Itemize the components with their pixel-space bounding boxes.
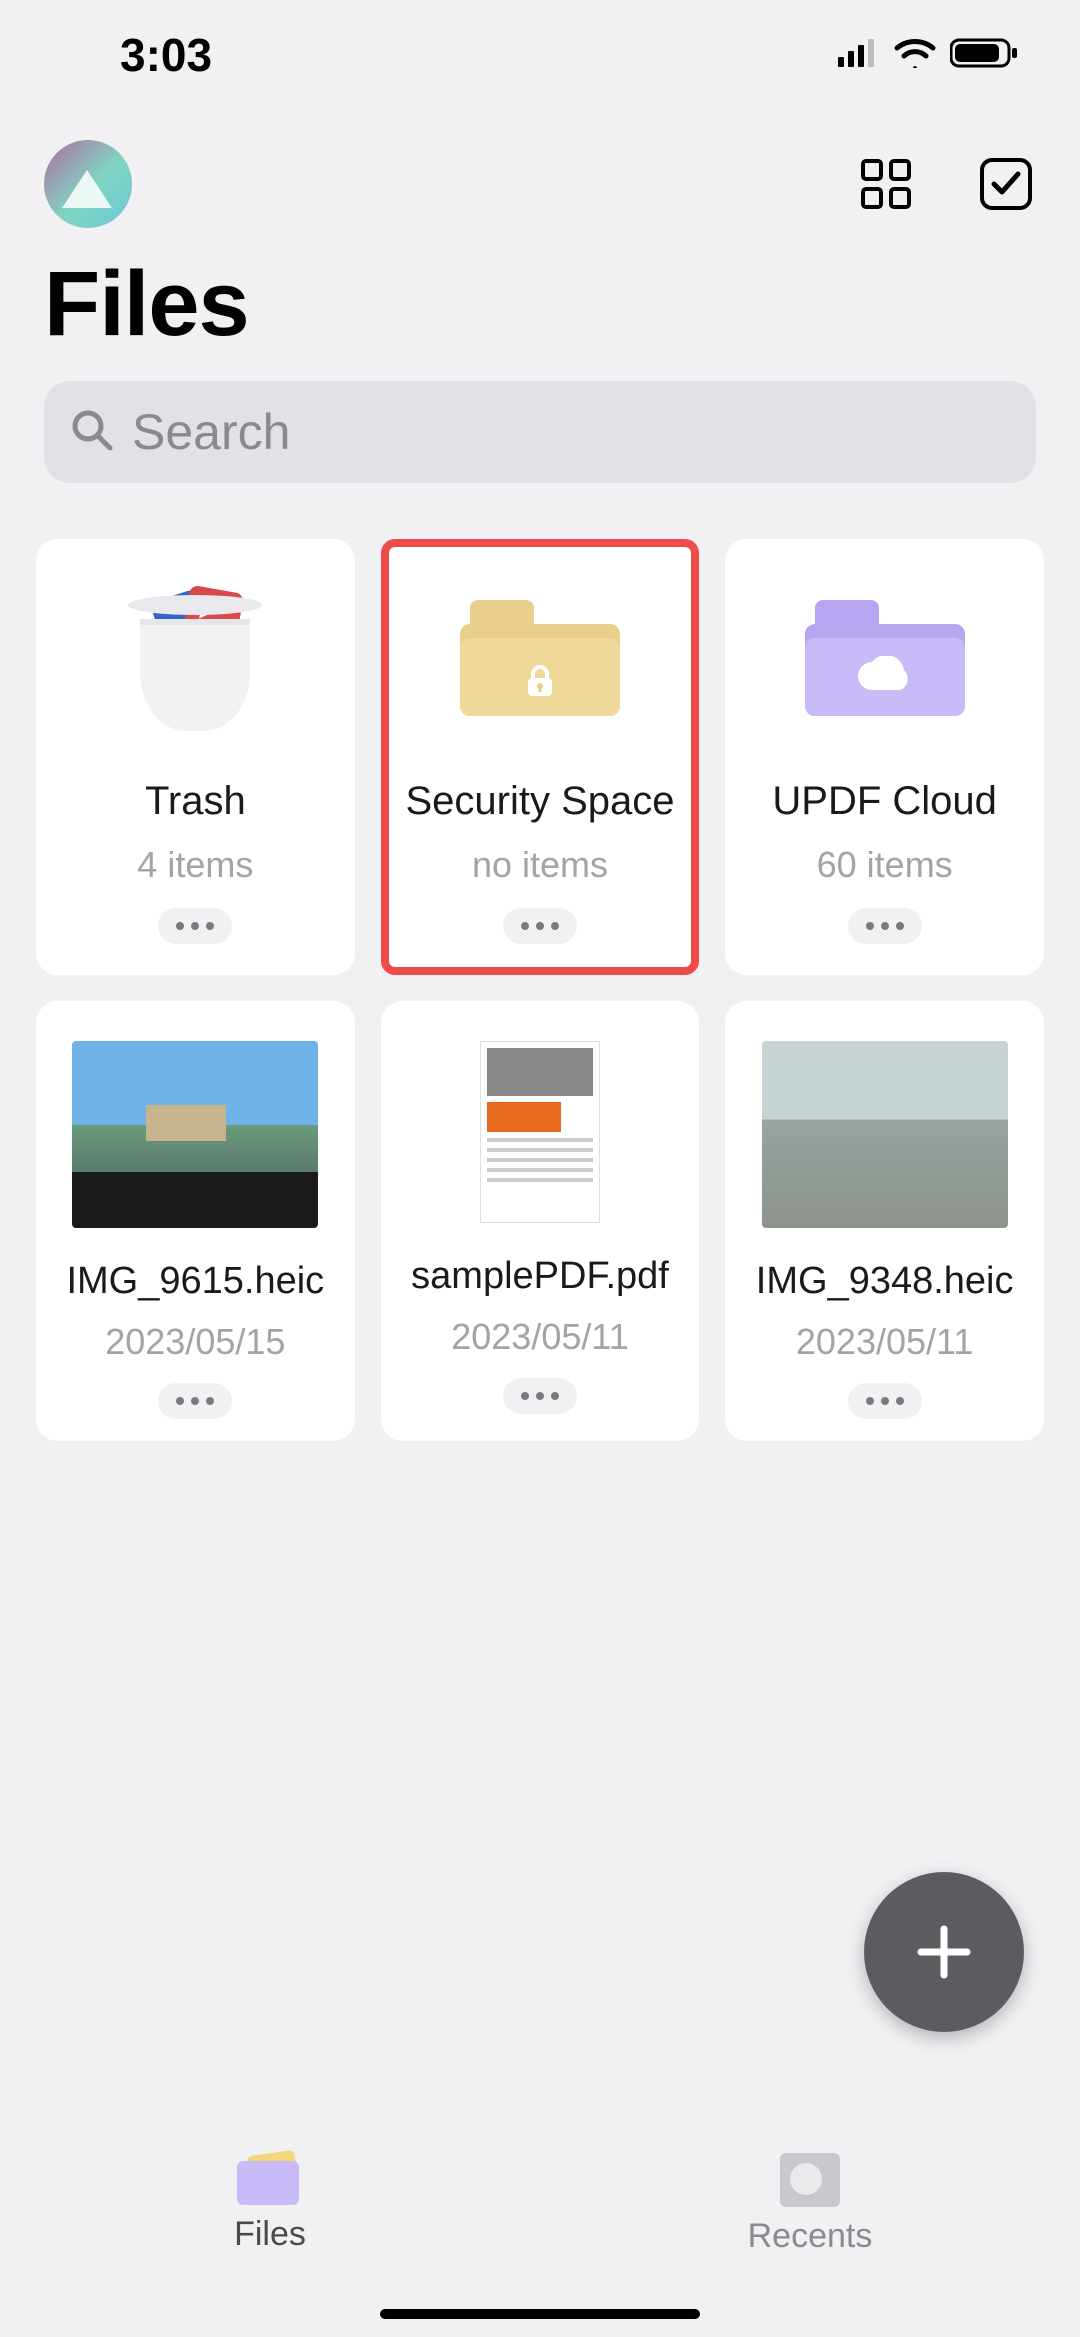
search-bar[interactable] [44, 381, 1036, 483]
file-date: 2023/05/11 [796, 1321, 974, 1363]
battery-icon [950, 37, 1020, 74]
trash-icon [54, 571, 337, 741]
more-button[interactable] [503, 908, 577, 944]
tab-recents[interactable]: Recents [540, 2127, 1080, 2297]
file-title: IMG_9615.heic [66, 1260, 324, 1303]
folder-card-updf-cloud[interactable]: UPDF Cloud 60 items [725, 539, 1044, 975]
lock-folder-icon [399, 571, 682, 741]
file-card[interactable]: samplePDF.pdf 2023/05/11 [381, 1001, 700, 1441]
more-button[interactable] [158, 1383, 232, 1419]
file-thumbnail [480, 1041, 600, 1223]
more-button[interactable] [848, 1383, 922, 1419]
file-thumbnail [762, 1041, 1008, 1228]
more-button[interactable] [503, 1378, 577, 1414]
recents-tab-icon [780, 2153, 840, 2207]
search-input[interactable] [132, 403, 1010, 461]
cellular-icon [838, 39, 880, 72]
home-indicator[interactable] [380, 2309, 700, 2319]
avatar[interactable] [44, 140, 132, 228]
status-bar: 3:03 [0, 0, 1080, 110]
folder-title: UPDF Cloud [772, 779, 997, 824]
file-date: 2023/05/15 [105, 1321, 285, 1363]
file-title: samplePDF.pdf [411, 1255, 669, 1298]
folder-subtitle: no items [472, 844, 608, 886]
plus-icon [909, 1917, 979, 1987]
file-title: IMG_9348.heic [756, 1260, 1014, 1303]
page-title: Files [0, 238, 1080, 381]
more-button[interactable] [158, 908, 232, 944]
status-icons [838, 37, 1020, 74]
file-date: 2023/05/11 [451, 1316, 629, 1358]
select-mode-icon[interactable] [976, 154, 1036, 214]
wifi-icon [894, 38, 936, 73]
file-card[interactable]: IMG_9348.heic 2023/05/11 [725, 1001, 1044, 1441]
files-tab-icon [237, 2153, 303, 2205]
search-icon [70, 408, 114, 457]
tab-files[interactable]: Files [0, 2127, 540, 2297]
cloud-folder-icon [743, 571, 1026, 741]
tab-label: Files [234, 2215, 306, 2254]
add-button[interactable] [864, 1872, 1024, 2032]
file-thumbnail [72, 1041, 318, 1228]
folder-subtitle: 4 items [137, 844, 253, 886]
folder-card-trash[interactable]: Trash 4 items [36, 539, 355, 975]
files-grid: IMG_9615.heic 2023/05/15 samplePDF.pdf 2… [0, 975, 1080, 1441]
tab-bar: Files Recents [0, 2127, 1080, 2337]
folders-grid: Trash 4 items Security Space no items [0, 483, 1080, 975]
status-time: 3:03 [120, 28, 212, 82]
folder-subtitle: 60 items [817, 844, 953, 886]
header-row [0, 110, 1080, 238]
folder-title: Security Space [405, 779, 674, 824]
folder-title: Trash [145, 779, 246, 824]
tab-label: Recents [748, 2217, 873, 2256]
file-card[interactable]: IMG_9615.heic 2023/05/15 [36, 1001, 355, 1441]
more-button[interactable] [848, 908, 922, 944]
folder-card-security-space[interactable]: Security Space no items [381, 539, 700, 975]
view-grid-icon[interactable] [856, 154, 916, 214]
